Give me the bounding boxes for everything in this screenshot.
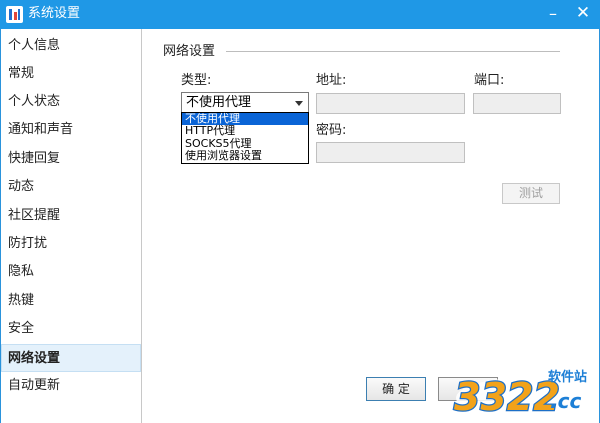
minimize-button[interactable]: – — [538, 0, 568, 29]
dropdown-option-browser-settings[interactable]: 使用浏览器设置 — [182, 150, 308, 162]
sidebar-item-privacy[interactable]: 隐私 — [1, 258, 141, 286]
sidebar-item-personal-status[interactable]: 个人状态 — [1, 88, 141, 116]
app-icon — [6, 6, 23, 23]
close-button[interactable]: ✕ — [568, 0, 598, 29]
sidebar-item-notifications-sound[interactable]: 通知和声音 — [1, 116, 141, 144]
dropdown-option-http-proxy[interactable]: HTTP代理 — [182, 125, 308, 137]
section-title: 网络设置 — [163, 44, 216, 59]
ok-button[interactable]: 确 定 — [366, 377, 426, 401]
address-label: 地址: — [316, 73, 347, 88]
proxy-type-value: 不使用代理 — [186, 95, 252, 110]
sidebar-item-community-alerts[interactable]: 社区提醒 — [1, 202, 141, 230]
proxy-type-dropdown: 不使用代理 HTTP代理 SOCKS5代理 使用浏览器设置 — [181, 112, 309, 164]
chevron-down-icon[interactable] — [295, 101, 303, 106]
password-label: 密码: — [316, 123, 347, 138]
watermark-domain: .cc — [550, 389, 581, 413]
settings-sidebar: 个人信息 常规 个人状态 通知和声音 快捷回复 动态 社区提醒 防打扰 隐私 热… — [1, 29, 142, 423]
sidebar-item-do-not-disturb[interactable]: 防打扰 — [1, 230, 141, 258]
sidebar-item-auto-update[interactable]: 自动更新 — [1, 372, 141, 400]
sidebar-item-quick-reply[interactable]: 快捷回复 — [1, 145, 141, 173]
section-divider — [226, 51, 560, 52]
sidebar-item-security[interactable]: 安全 — [1, 315, 141, 343]
watermark-number: 3322 — [454, 375, 560, 419]
watermark-site: 软件站 — [548, 369, 587, 385]
type-label: 类型: — [181, 73, 212, 88]
title-bar[interactable]: 系统设置 – ✕ — [0, 0, 600, 29]
sidebar-item-hotkeys[interactable]: 热键 — [1, 287, 141, 315]
watermark-logo: 3322 软件站 .cc — [453, 369, 588, 420]
port-field[interactable] — [473, 93, 561, 114]
sidebar-item-personal-info[interactable]: 个人信息 — [1, 32, 141, 60]
test-button[interactable]: 测试 — [502, 183, 560, 204]
password-field[interactable] — [316, 142, 465, 163]
address-field[interactable] — [316, 93, 465, 114]
window-title: 系统设置 — [28, 6, 81, 21]
sidebar-item-network-settings[interactable]: 网络设置 — [1, 344, 141, 372]
sidebar-item-general[interactable]: 常规 — [1, 60, 141, 88]
sidebar-item-moments[interactable]: 动态 — [1, 173, 141, 201]
port-label: 端口: — [474, 73, 505, 88]
proxy-type-select[interactable]: 不使用代理 — [181, 92, 309, 113]
